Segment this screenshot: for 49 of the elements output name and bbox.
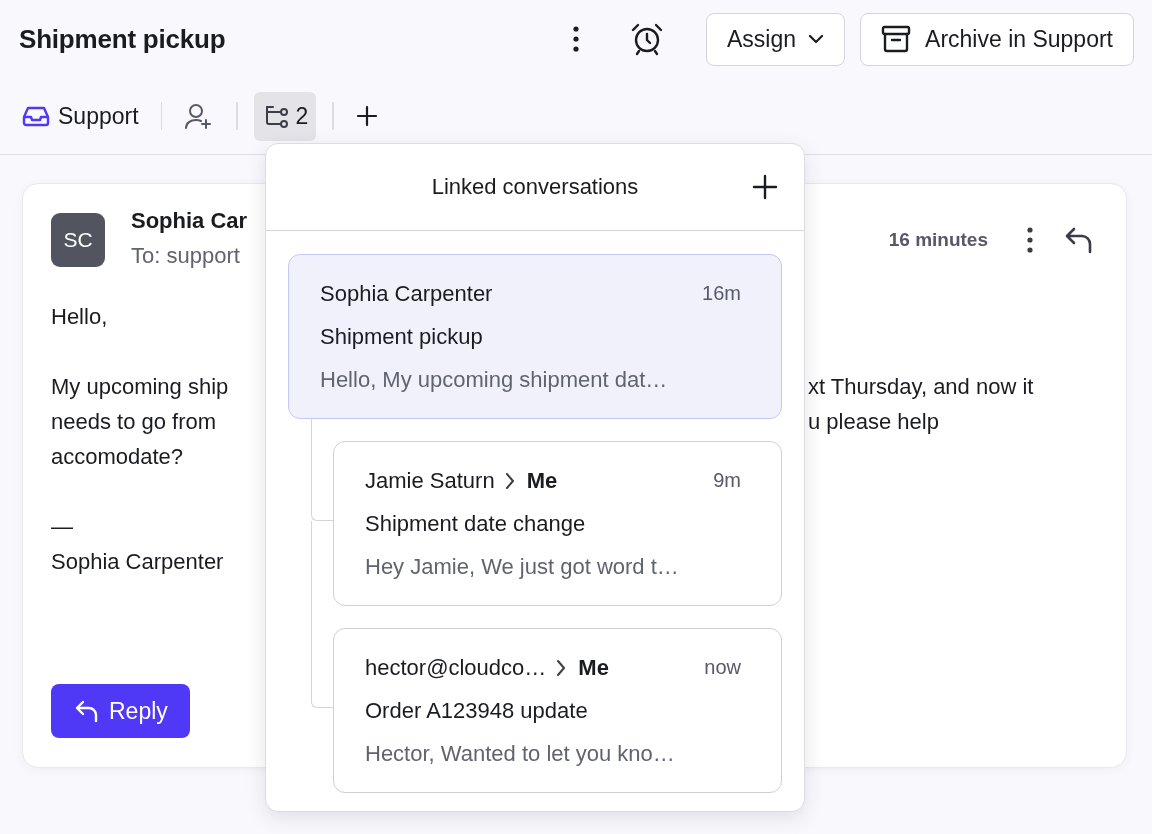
message-text: —	[51, 513, 74, 540]
conversation-recipient: Me	[526, 467, 558, 494]
message-text: Hello,	[51, 303, 109, 330]
branch-icon	[263, 104, 290, 128]
sender-name: Sophia Car	[131, 211, 248, 231]
add-icon[interactable]	[752, 174, 778, 200]
linked-conversations-button[interactable]: 2	[253, 91, 317, 141]
more-icon[interactable]	[572, 25, 580, 53]
conversation-item[interactable]: hector@cloudco… Me now Order A123948 update Hector, Wanted to let you kno…	[333, 628, 782, 793]
avatar: SC	[51, 213, 105, 267]
message-text: Sophia Carpenter	[51, 548, 225, 575]
conversation-subject: Shipment date change	[365, 509, 587, 538]
message-text: accomodate?	[51, 443, 185, 470]
conversation-item[interactable]: Jamie Saturn Me 9m Shipment date change Hey Jamie, We just got word t…	[333, 441, 782, 606]
reply-button[interactable]: Reply	[51, 684, 190, 738]
conversation-time: 16m	[702, 282, 741, 305]
chevron-right-icon	[504, 471, 515, 490]
conversation-sender: Sophia Carpenter	[320, 280, 493, 307]
conversation-preview: Hello, My upcoming shipment dat…	[320, 365, 669, 394]
more-icon[interactable]	[1026, 226, 1034, 254]
popover-title: Linked conversations	[431, 174, 639, 200]
conversation-preview: Hector, Wanted to let you kno…	[365, 739, 676, 768]
message-text: u please help	[808, 408, 939, 435]
recipient-line: To: support	[131, 243, 241, 269]
message-time: 16 minutes	[888, 229, 988, 251]
archive-button[interactable]: Archive in Support	[860, 12, 1134, 66]
conversation-sender: hector@cloudco…	[365, 654, 547, 681]
conversation-time: 9m	[713, 469, 741, 492]
reply-icon[interactable]	[1064, 226, 1094, 254]
alarm-clock-icon[interactable]	[630, 22, 664, 56]
reply-icon	[75, 699, 99, 723]
conversation-preview: Hey Jamie, We just got word t…	[365, 552, 680, 581]
archive-box-icon	[881, 25, 912, 53]
chevron-right-icon	[556, 658, 567, 677]
add-icon[interactable]	[355, 105, 378, 127]
inbox-tray-icon	[22, 104, 50, 128]
conversation-subject: Order A123948 update	[365, 696, 589, 725]
assign-button[interactable]: Assign	[706, 12, 846, 66]
conversation-sender: Jamie Saturn	[365, 467, 495, 494]
conversation-recipient: Me	[578, 654, 609, 681]
message-text: needs to go from	[51, 408, 218, 435]
chevron-down-icon	[808, 34, 825, 44]
inbox-link[interactable]: Support	[22, 102, 139, 130]
conversation-subject: Shipment pickup	[320, 322, 484, 351]
message-text: xt Thursday, and now it	[808, 373, 1034, 400]
message-text: My upcoming ship	[51, 373, 230, 400]
conversation-time: now	[704, 656, 741, 679]
conversation-item[interactable]: Sophia Carpenter 16m Shipment pickup Hello, My upcoming shipment dat…	[288, 254, 782, 419]
conversation-title: Shipment pickup	[19, 23, 227, 55]
